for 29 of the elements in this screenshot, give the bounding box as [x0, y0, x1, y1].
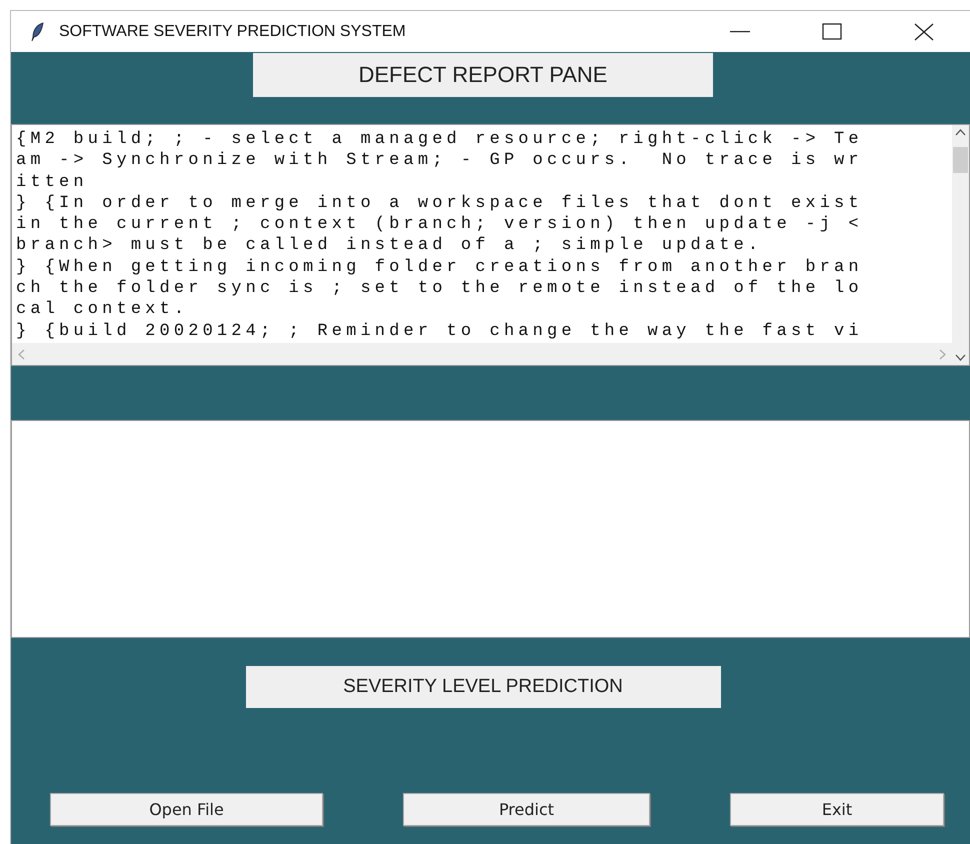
report-text-area[interactable]: [11, 124, 970, 366]
report-text-line: branch> must be called instead of a ; simple update.: [16, 235, 764, 257]
scroll-up-icon[interactable]: [955, 129, 966, 136]
scrollbar-thumb[interactable]: [953, 147, 968, 173]
action-button[interactable]: Exit: [730, 793, 944, 826]
report-text-line: } {When getting incoming folder creations from another bran: [16, 256, 864, 278]
horizontal-scrollbar[interactable]: [12, 343, 952, 365]
vertical-scrollbar[interactable]: [952, 125, 969, 365]
action-button[interactable]: Predict: [403, 793, 650, 826]
minimize-icon: [730, 30, 750, 32]
report-text-line: ch the folder sync is ; set to the remote instead of the lo: [16, 278, 864, 300]
window-title: SOFTWARE SEVERITY PREDICTION SYSTEM: [59, 22, 407, 40]
scroll-left-icon[interactable]: [18, 348, 25, 360]
report-text-line: am -> Synchronize with Stream; - GP occurs. No trace is wr: [16, 150, 864, 172]
report-text-line: in the current ; context (branch; version) then update -j <: [16, 214, 864, 236]
report-text-line: } {In order to merge into a workspace files that dont exist: [16, 192, 864, 214]
report-text-line: cal context.: [16, 299, 190, 321]
prediction-heading: SEVERITY LEVEL PREDICTION: [246, 666, 720, 708]
pane-heading: DEFECT REPORT PANE: [253, 53, 713, 97]
scroll-down-icon[interactable]: [955, 354, 966, 361]
maximize-icon: [822, 23, 842, 40]
report-text-line: } {build 20020124; ; Reminder to change the way the fast vi: [16, 320, 864, 342]
report-text-line: itten: [16, 172, 89, 193]
prediction-output-area[interactable]: [11, 420, 970, 638]
action-button[interactable]: Open File: [50, 793, 323, 826]
feather-icon: [31, 22, 45, 42]
report-text-line: {M2 build; ; - select a managed resource; right-click -> Te: [16, 129, 864, 150]
close-icon: [914, 22, 934, 40]
scroll-right-icon[interactable]: [939, 348, 946, 360]
